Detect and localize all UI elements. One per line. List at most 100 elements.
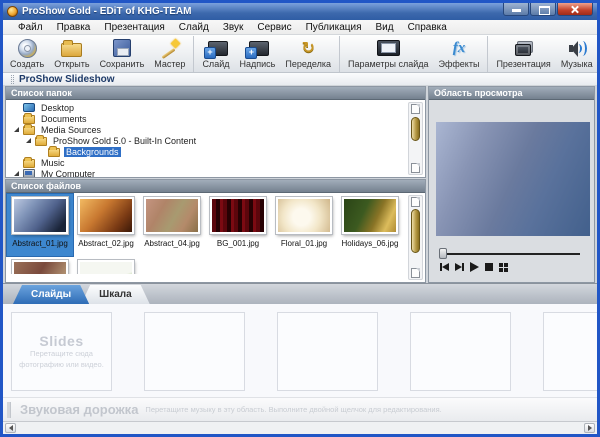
slide-placeholder[interactable] xyxy=(144,312,245,391)
preview-panel: Область просмотра xyxy=(428,86,595,283)
menu-item[interactable]: Звук xyxy=(216,22,251,33)
slide-placeholder[interactable]: Slides Перетащите сюда фотографию или ви… xyxy=(11,312,112,391)
maximize-button[interactable] xyxy=(530,3,556,16)
slide-placeholder[interactable] xyxy=(277,312,378,391)
file-thumbnail xyxy=(12,260,68,274)
scroll-left-icon[interactable] xyxy=(5,423,16,433)
menu-item[interactable]: Публикация xyxy=(299,22,369,33)
toolbar-button[interactable]: Презентация xyxy=(487,36,555,72)
toolbar-button-icon xyxy=(60,39,84,58)
fullscreen-button[interactable] xyxy=(499,263,508,272)
tree-expand-icon[interactable] xyxy=(26,138,35,143)
soundtrack-title: Звуковая дорожка xyxy=(20,402,138,417)
menu-item[interactable]: Вид xyxy=(368,22,400,33)
toolbar-button-icon xyxy=(110,39,134,58)
soundtrack-area[interactable]: Звуковая дорожка Перетащите музыку в эту… xyxy=(3,397,597,421)
toolbar-button-icon xyxy=(376,39,400,58)
toolbar-button-icon xyxy=(296,39,320,58)
menu-item[interactable]: Правка xyxy=(50,22,98,33)
file-name: Abstract_02.jpg xyxy=(78,239,134,248)
slide-placeholder[interactable] xyxy=(410,312,511,391)
file-item[interactable]: Abstract_02.jpg xyxy=(73,194,139,256)
app-window: ProShow Gold - EDiT of KHG-TEAM ФайлПрав… xyxy=(0,0,600,437)
toolbar-button[interactable]: Надпись xyxy=(234,36,280,72)
folder-icon xyxy=(23,159,35,168)
file-scrollbar[interactable] xyxy=(408,195,423,280)
title-bar: ProShow Gold - EDiT of KHG-TEAM xyxy=(3,3,597,20)
play-button[interactable] xyxy=(470,262,479,272)
folder-tree-item[interactable]: Documents xyxy=(6,113,425,124)
seek-thumb[interactable] xyxy=(439,248,447,259)
next-slide-button[interactable] xyxy=(455,263,464,271)
slide-strip[interactable]: Slides Перетащите сюда фотографию или ви… xyxy=(3,304,597,397)
folder-tree-item[interactable]: ProShow Gold 5.0 - Built-In Content xyxy=(6,135,425,146)
toolbar-button-icon xyxy=(204,39,228,58)
toolbar-button[interactable]: Мастер xyxy=(149,36,190,72)
toolbar-button-icon xyxy=(158,39,182,58)
toolbar-button[interactable]: Создать xyxy=(5,36,49,72)
file-item[interactable]: Holidays_06.jpg xyxy=(337,194,403,256)
scroll-down-icon[interactable] xyxy=(411,163,420,173)
folder-tree-item[interactable]: Backgrounds xyxy=(6,146,425,157)
file-item[interactable]: Abstract_04.jpg xyxy=(139,194,205,256)
horizontal-scrollbar[interactable] xyxy=(3,421,597,434)
view-tab[interactable]: Шкала xyxy=(81,285,150,304)
file-thumbnail xyxy=(144,197,200,234)
previous-slide-button[interactable] xyxy=(440,263,449,271)
stop-button[interactable] xyxy=(485,263,493,271)
scrollbar-thumb[interactable] xyxy=(411,117,420,141)
file-thumbnail xyxy=(78,260,134,274)
toolbar-button-label: Параметры слайда xyxy=(348,59,429,69)
folder-scrollbar[interactable] xyxy=(408,102,423,175)
toolbar-button[interactable]: Открыть xyxy=(49,36,94,72)
toolbar-button-icon xyxy=(15,39,39,58)
file-panel-header: Список файлов xyxy=(6,180,425,193)
folder-icon xyxy=(23,169,35,177)
file-item[interactable]: Abstract_01.jpg xyxy=(7,194,73,256)
toolbar-button[interactable]: Параметры слайда xyxy=(339,36,434,72)
close-button[interactable] xyxy=(557,3,593,16)
file-grid-row2 xyxy=(6,256,425,274)
seek-bar[interactable] xyxy=(440,253,580,255)
tree-expand-icon[interactable] xyxy=(14,127,23,132)
file-thumbnail xyxy=(12,197,68,234)
folder-tree-item[interactable]: Music xyxy=(6,157,425,168)
minimize-button[interactable] xyxy=(503,3,529,16)
file-item[interactable]: Floral_01.jpg xyxy=(271,194,337,256)
slides-placeholder-title: Slides xyxy=(39,333,83,349)
toolbar-button[interactable]: Слайд xyxy=(193,36,234,72)
toolbar-button[interactable]: Сохранить xyxy=(95,36,150,72)
file-item[interactable] xyxy=(73,257,139,274)
view-tab[interactable]: Слайды xyxy=(13,285,89,304)
scroll-up-icon[interactable] xyxy=(411,104,420,114)
file-thumbnail xyxy=(276,197,332,234)
scroll-up-icon[interactable] xyxy=(411,197,420,207)
app-logo-icon xyxy=(7,6,18,17)
toolbar-button[interactable]: Переделка xyxy=(280,36,336,72)
slide-placeholder[interactable] xyxy=(543,312,597,391)
folder-tree-item[interactable]: My Computer xyxy=(6,168,425,177)
folder-tree-item[interactable]: Media Sources xyxy=(6,124,425,135)
soundtrack-grip-icon xyxy=(7,402,11,418)
toolbar: Создать Открыть Сохранить Мастер Слайд Н… xyxy=(3,35,597,73)
tree-expand-icon[interactable] xyxy=(14,171,23,176)
file-item[interactable]: BG_001.jpg xyxy=(205,194,271,256)
folder-label: Documents xyxy=(39,114,89,124)
toolbar-button-label: Открыть xyxy=(54,59,89,69)
menu-item[interactable]: Презентация xyxy=(97,22,171,33)
menu-item[interactable]: Справка xyxy=(401,22,454,33)
folder-tree-item[interactable]: Desktop xyxy=(6,102,425,113)
folder-panel: Список папок Desktop Documents xyxy=(5,86,426,178)
toolbar-button[interactable]: Музыка xyxy=(556,36,598,72)
menu-item[interactable]: Сервис xyxy=(250,22,298,33)
drag-grip-icon xyxy=(11,75,14,84)
scroll-right-icon[interactable] xyxy=(584,423,595,433)
menu-item[interactable]: Слайд xyxy=(172,22,216,33)
scrollbar-thumb[interactable] xyxy=(411,209,420,253)
menu-item[interactable]: Файл xyxy=(11,22,50,33)
file-item[interactable] xyxy=(7,257,73,274)
toolbar-button-label: Презентация xyxy=(496,59,550,69)
scroll-down-icon[interactable] xyxy=(411,268,420,278)
file-panel: Список файлов Abstract_01.jpg Abstract_0… xyxy=(5,179,426,283)
toolbar-button[interactable]: Эффекты xyxy=(434,36,485,72)
